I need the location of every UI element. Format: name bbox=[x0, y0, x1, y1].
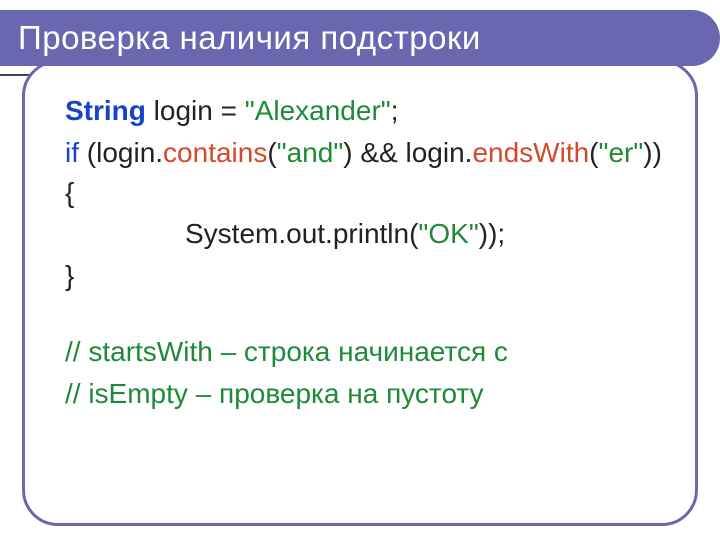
content-panel: String login = "Alexander"; if (login.co… bbox=[22, 60, 698, 526]
comment: // isEmpty – проверка на пустоту bbox=[65, 378, 484, 409]
keyword-type: String bbox=[65, 95, 146, 126]
code-text: (login. bbox=[79, 137, 163, 168]
string-literal: "OK" bbox=[418, 218, 478, 249]
string-literal: "and" bbox=[277, 137, 344, 168]
code-line: // isEmpty – проверка на пустоту bbox=[65, 374, 671, 414]
code-text: System.out.println( bbox=[185, 218, 418, 249]
code-text: login = bbox=[146, 95, 245, 126]
code-text: ; bbox=[391, 95, 399, 126]
code-line: String login = "Alexander"; bbox=[65, 91, 671, 131]
title-bar: Проверка наличия подстроки bbox=[0, 10, 720, 66]
method-call: contains bbox=[163, 137, 267, 168]
string-literal: "er" bbox=[599, 137, 644, 168]
string-literal: "Alexander" bbox=[245, 95, 391, 126]
code-text: ) && login. bbox=[343, 137, 472, 168]
code-line: if (login.contains("and") && login.endsW… bbox=[65, 133, 671, 213]
comment: // startsWith – строка начинается с bbox=[65, 336, 508, 367]
method-call: endsWith bbox=[472, 137, 589, 168]
code-text: )); bbox=[479, 218, 505, 249]
brace-close: } bbox=[65, 260, 74, 291]
code-text: ( bbox=[267, 137, 276, 168]
code-line: } bbox=[65, 256, 671, 296]
slide-title: Проверка наличия подстроки bbox=[0, 10, 720, 66]
code-line: System.out.println("OK")); bbox=[65, 214, 671, 254]
blank-line bbox=[65, 298, 671, 332]
code-block: String login = "Alexander"; if (login.co… bbox=[65, 91, 671, 413]
code-text: ( bbox=[589, 137, 598, 168]
code-line: // startsWith – строка начинается с bbox=[65, 332, 671, 372]
keyword-if: if bbox=[65, 137, 79, 168]
